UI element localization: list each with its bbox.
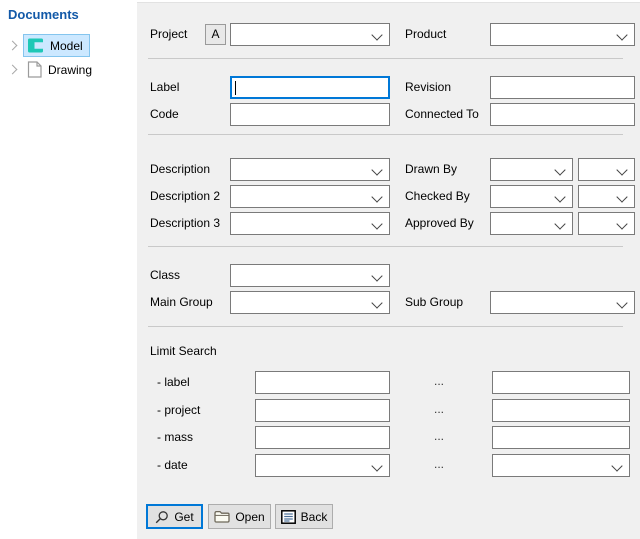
limit-project-to-input[interactable] <box>492 399 630 422</box>
limit-date-from-combobox[interactable] <box>255 454 390 477</box>
limit-mass-to-input[interactable] <box>492 426 630 449</box>
limit-mass-from-input[interactable] <box>255 426 390 449</box>
limit-date-to-combobox[interactable] <box>492 454 630 477</box>
get-button[interactable]: Get <box>146 504 203 529</box>
limit-date-label: - date <box>157 454 188 477</box>
documents-sidebar: Documents Model Drawing <box>0 0 137 539</box>
drawn-by-secondary-combobox[interactable] <box>578 158 635 181</box>
project-label: Project <box>150 23 187 46</box>
chevron-down-icon <box>371 29 382 40</box>
search-icon <box>155 510 169 524</box>
separator <box>148 58 623 59</box>
project-attribute-button[interactable]: A <box>205 24 226 45</box>
back-button[interactable]: Back <box>275 504 333 529</box>
code-label: Code <box>150 103 179 126</box>
model-icon <box>27 38 44 53</box>
label-input[interactable] <box>230 76 390 99</box>
description3-label: Description 3 <box>150 212 220 235</box>
checked-by-label: Checked By <box>405 185 470 208</box>
range-separator: ... <box>434 454 454 477</box>
drawing-icon <box>27 61 42 78</box>
product-combobox[interactable] <box>490 23 635 46</box>
limit-project-from-input[interactable] <box>255 399 390 422</box>
limit-search-title: Limit Search <box>150 343 217 359</box>
chevron-down-icon <box>371 164 382 175</box>
product-label: Product <box>405 23 446 46</box>
expand-chevron-icon[interactable] <box>8 41 18 51</box>
chevron-down-icon <box>616 218 627 229</box>
open-button[interactable]: Open <box>208 504 271 529</box>
form-icon <box>281 510 296 524</box>
chevron-down-icon <box>554 218 565 229</box>
approved-by-combobox[interactable] <box>490 212 573 235</box>
chevron-down-icon <box>611 460 622 471</box>
chevron-down-icon <box>371 191 382 202</box>
tree-item-selection[interactable]: Model <box>23 34 90 57</box>
text-cursor <box>235 81 236 95</box>
sub-group-combobox[interactable] <box>490 291 635 314</box>
separator <box>148 246 623 247</box>
folder-icon <box>214 510 230 523</box>
class-combobox[interactable] <box>230 264 390 287</box>
revision-input[interactable] <box>490 76 635 99</box>
back-button-label: Back <box>301 510 328 524</box>
separator <box>148 134 623 135</box>
description3-combobox[interactable] <box>230 212 390 235</box>
tree-item-drawing[interactable]: Drawing <box>0 58 99 81</box>
limit-mass-label: - mass <box>157 426 193 449</box>
range-separator: ... <box>434 371 454 394</box>
chevron-down-icon <box>371 460 382 471</box>
chevron-down-icon <box>616 297 627 308</box>
limit-label-to-input[interactable] <box>492 371 630 394</box>
description-combobox[interactable] <box>230 158 390 181</box>
chevron-down-icon <box>371 270 382 281</box>
checked-by-combobox[interactable] <box>490 185 573 208</box>
main-group-label: Main Group <box>150 291 213 314</box>
checked-by-secondary-combobox[interactable] <box>578 185 635 208</box>
expand-chevron-icon[interactable] <box>8 65 18 75</box>
project-combobox[interactable] <box>230 23 390 46</box>
drawn-by-combobox[interactable] <box>490 158 573 181</box>
chevron-down-icon <box>371 297 382 308</box>
drawn-by-label: Drawn By <box>405 158 457 181</box>
chevron-down-icon <box>554 191 565 202</box>
description2-combobox[interactable] <box>230 185 390 208</box>
tree-item-model[interactable]: Model <box>0 34 90 57</box>
code-input[interactable] <box>230 103 390 126</box>
get-button-label: Get <box>174 510 193 524</box>
range-separator: ... <box>434 399 454 422</box>
limit-label-label: - label <box>157 371 190 394</box>
open-button-label: Open <box>235 510 264 524</box>
chevron-down-icon <box>554 164 565 175</box>
connected-to-input[interactable] <box>490 103 635 126</box>
tree-item-label: Model <box>50 39 83 53</box>
chevron-down-icon <box>616 164 627 175</box>
revision-label: Revision <box>405 76 451 99</box>
description2-label: Description 2 <box>150 185 220 208</box>
description-label: Description <box>150 158 210 181</box>
chevron-down-icon <box>616 191 627 202</box>
range-separator: ... <box>434 426 454 449</box>
search-form-panel: Project A Product Label Revision Code Co… <box>137 2 640 539</box>
chevron-down-icon <box>616 29 627 40</box>
sidebar-title: Documents <box>8 7 79 22</box>
approved-by-secondary-combobox[interactable] <box>578 212 635 235</box>
connected-to-label: Connected To <box>405 103 479 126</box>
chevron-down-icon <box>371 218 382 229</box>
limit-project-label: - project <box>157 399 200 422</box>
approved-by-label: Approved By <box>405 212 474 235</box>
tree-item-plain[interactable]: Drawing <box>23 58 99 81</box>
tree-item-label: Drawing <box>48 63 92 77</box>
limit-label-from-input[interactable] <box>255 371 390 394</box>
class-label: Class <box>150 264 180 287</box>
main-group-combobox[interactable] <box>230 291 390 314</box>
separator <box>148 326 623 327</box>
sub-group-label: Sub Group <box>405 291 463 314</box>
label-label: Label <box>150 76 179 99</box>
